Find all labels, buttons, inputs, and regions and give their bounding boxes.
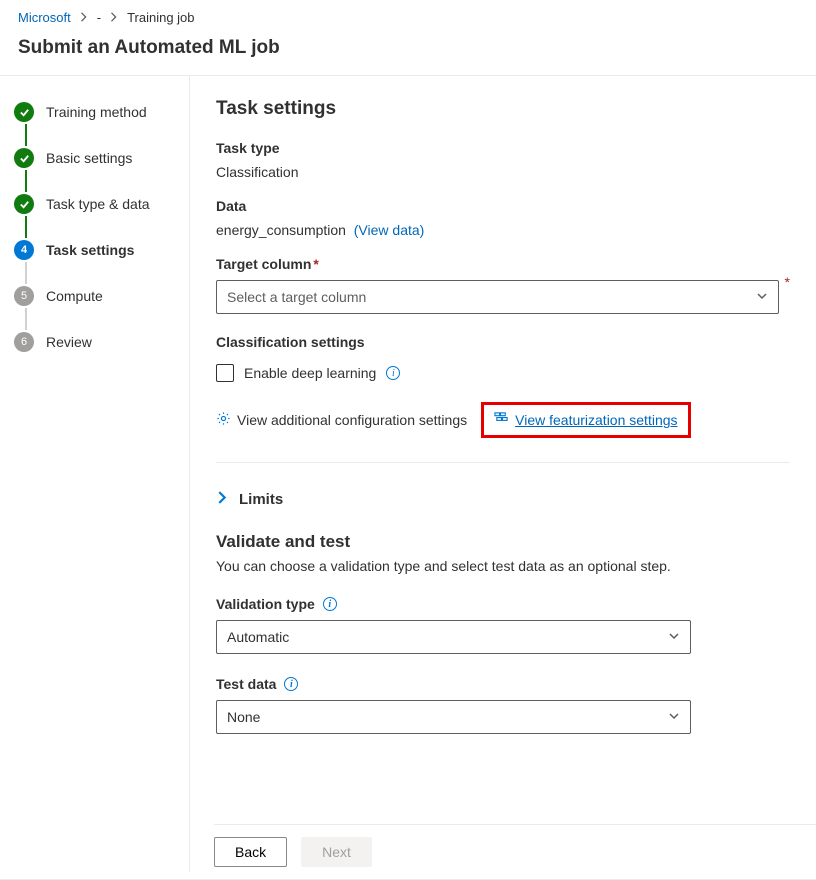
info-icon[interactable]: i bbox=[284, 677, 298, 691]
step-number-icon: 5 bbox=[14, 286, 34, 306]
step-label: Review bbox=[46, 334, 92, 350]
info-icon[interactable]: i bbox=[386, 366, 400, 380]
step-connector bbox=[25, 262, 27, 284]
check-circle-icon bbox=[14, 102, 34, 122]
select-placeholder: Select a target column bbox=[227, 289, 366, 305]
step-label: Training method bbox=[46, 104, 147, 120]
required-asterisk: * bbox=[785, 274, 790, 290]
test-data-select[interactable]: None bbox=[216, 700, 691, 734]
breadcrumb-current: Training job bbox=[127, 10, 194, 25]
check-circle-icon bbox=[14, 194, 34, 214]
check-circle-icon bbox=[14, 148, 34, 168]
breadcrumb: Microsoft - Training job bbox=[0, 0, 816, 31]
main-content: Task settings Task type Classification D… bbox=[190, 76, 816, 872]
additional-config-label: View additional configuration settings bbox=[237, 412, 467, 428]
chevron-down-icon bbox=[668, 629, 680, 645]
limits-toggle[interactable]: Limits bbox=[216, 491, 790, 508]
validation-type-select[interactable]: Automatic bbox=[216, 620, 691, 654]
step-connector bbox=[25, 308, 27, 330]
step-connector bbox=[25, 124, 27, 146]
validate-test-desc: You can choose a validation type and sel… bbox=[216, 558, 790, 574]
step-connector bbox=[25, 216, 27, 238]
validation-type-value: Automatic bbox=[227, 629, 289, 645]
view-data-link[interactable]: (View data) bbox=[354, 222, 425, 238]
additional-config-link[interactable]: View additional configuration settings bbox=[216, 411, 467, 429]
required-asterisk: * bbox=[313, 256, 318, 272]
validate-test-title: Validate and test bbox=[216, 532, 790, 552]
back-button[interactable]: Back bbox=[214, 837, 287, 867]
chevron-right-icon bbox=[216, 491, 229, 508]
task-type-value: Classification bbox=[216, 164, 790, 180]
target-column-label: Target column* bbox=[216, 256, 790, 272]
chevron-down-icon bbox=[668, 709, 680, 725]
data-value-row: energy_consumption (View data) bbox=[216, 222, 790, 238]
wizard-footer: Back Next bbox=[214, 824, 816, 879]
chevron-down-icon bbox=[756, 289, 768, 305]
step-number-icon: 4 bbox=[14, 240, 34, 260]
section-title: Task settings bbox=[216, 98, 790, 120]
chevron-right-icon bbox=[109, 10, 119, 25]
limits-label: Limits bbox=[239, 491, 283, 508]
task-type-label: Task type bbox=[216, 140, 790, 156]
gear-icon bbox=[216, 411, 231, 429]
step-task-type-data[interactable]: Task type & data bbox=[14, 192, 175, 216]
wizard-stepper: Training method Basic settings Task type… bbox=[0, 76, 190, 872]
enable-deep-learning-label: Enable deep learning bbox=[244, 365, 376, 381]
next-button: Next bbox=[301, 837, 372, 867]
step-review[interactable]: 6 Review bbox=[14, 330, 175, 354]
step-label: Basic settings bbox=[46, 150, 132, 166]
featurization-highlight: View featurization settings bbox=[481, 402, 690, 438]
info-icon[interactable]: i bbox=[323, 597, 337, 611]
data-name-value: energy_consumption bbox=[216, 222, 346, 238]
featurization-settings-label[interactable]: View featurization settings bbox=[515, 412, 677, 428]
test-data-label: Test data bbox=[216, 676, 276, 692]
validation-type-label: Validation type bbox=[216, 596, 315, 612]
step-training-method[interactable]: Training method bbox=[14, 100, 175, 124]
target-column-select[interactable]: Select a target column bbox=[216, 280, 779, 314]
step-label: Compute bbox=[46, 288, 103, 304]
step-label: Task type & data bbox=[46, 196, 150, 212]
featurization-settings-link[interactable]: View featurization settings bbox=[494, 411, 677, 429]
data-label: Data bbox=[216, 198, 790, 214]
classification-settings-label: Classification settings bbox=[216, 334, 790, 350]
step-number-icon: 6 bbox=[14, 332, 34, 352]
breadcrumb-mid: - bbox=[97, 10, 101, 25]
chevron-right-icon bbox=[79, 10, 89, 25]
step-compute[interactable]: 5 Compute bbox=[14, 284, 175, 308]
breadcrumb-root[interactable]: Microsoft bbox=[18, 10, 71, 25]
page-title: Submit an Automated ML job bbox=[0, 31, 816, 75]
enable-deep-learning-row: Enable deep learning i bbox=[216, 364, 790, 382]
enable-deep-learning-checkbox[interactable] bbox=[216, 364, 234, 382]
step-task-settings[interactable]: 4 Task settings bbox=[14, 238, 175, 262]
step-basic-settings[interactable]: Basic settings bbox=[14, 146, 175, 170]
step-connector bbox=[25, 170, 27, 192]
featurization-icon bbox=[494, 411, 509, 429]
step-label: Task settings bbox=[46, 242, 134, 258]
test-data-value: None bbox=[227, 709, 260, 725]
